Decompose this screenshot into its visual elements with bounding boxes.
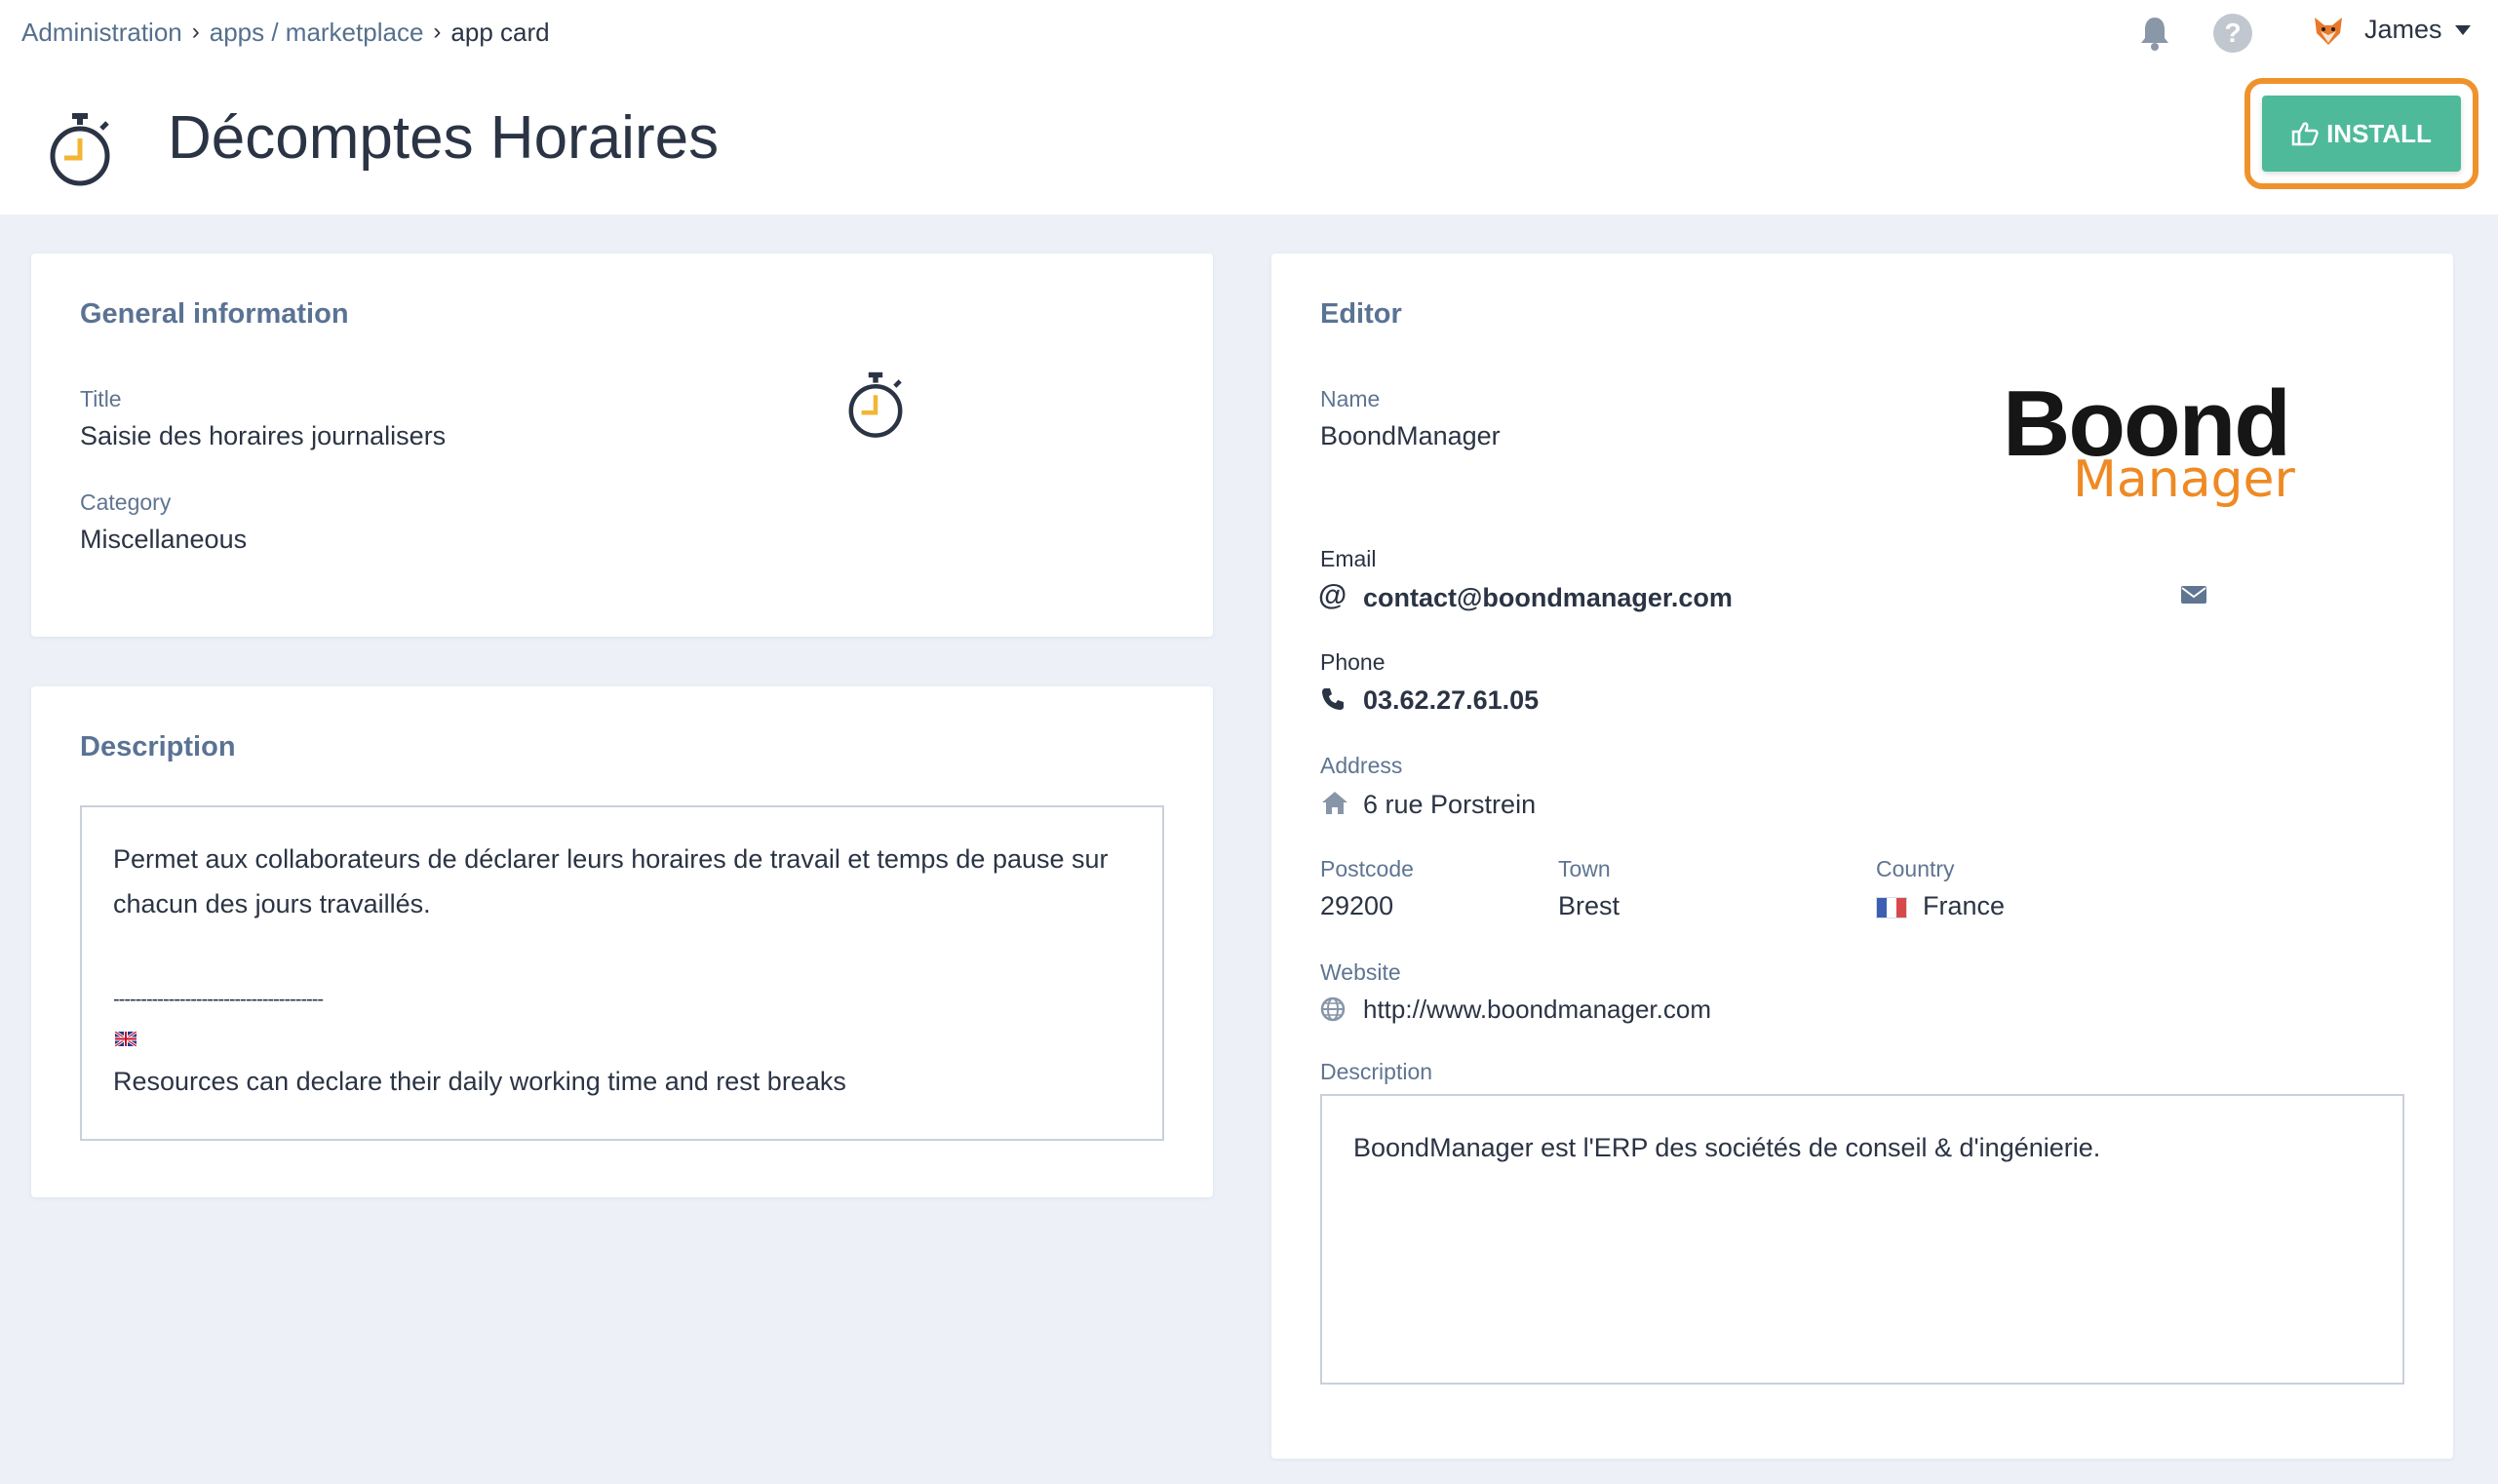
phone-icon [1322, 688, 1344, 710]
website-value[interactable]: http://www.boondmanager.com [1363, 995, 1711, 1025]
editor-description-box: BoondManager est l'ERP des sociétés de c… [1320, 1094, 2404, 1385]
caret-down-icon[interactable] [2455, 25, 2471, 35]
name-label: Name [1320, 386, 1381, 411]
editor-description-text: BoondManager est l'ERP des sociétés de c… [1353, 1133, 2101, 1162]
name-value: BoondManager [1320, 421, 1501, 450]
install-highlight: INSTALL [2244, 78, 2478, 189]
email-label: Email [1320, 546, 1377, 571]
chevron-right-icon: › [433, 19, 442, 45]
page-title: Décomptes Horaires [168, 104, 720, 172]
address-value: 6 rue Porstrein [1363, 790, 1537, 819]
town-label: Town [1558, 856, 1611, 881]
envelope-icon[interactable] [2180, 585, 2207, 605]
uk-flag-icon [115, 1032, 137, 1046]
title-value: Saisie des horaires journalisers [80, 421, 447, 450]
address-label: Address [1320, 753, 1403, 778]
editor-card: Editor Name BoondManager Boond Manager E… [1271, 254, 2453, 1459]
description-box: Permet aux collaborateurs de déclarer le… [80, 805, 1164, 1141]
logo-word-manager: Manager [2073, 450, 2295, 509]
chevron-right-icon: › [191, 19, 200, 45]
town-value: Brest [1558, 891, 1620, 920]
avatar[interactable] [2311, 14, 2346, 49]
country-value: France [1923, 891, 2006, 920]
general-information-heading: General information [80, 298, 349, 330]
title-label: Title [80, 386, 122, 411]
description-separator: -------------------------------------- [113, 989, 324, 1010]
description-heading: Description [80, 731, 236, 762]
country-label: Country [1876, 856, 1955, 881]
category-value: Miscellaneous [80, 525, 248, 554]
stopwatch-icon [848, 371, 903, 438]
install-label: INSTALL [2326, 118, 2432, 148]
globe-icon [1320, 996, 1346, 1022]
france-flag-icon [1876, 897, 1907, 918]
breadcrumb-current: app card [450, 17, 550, 47]
phone-label: Phone [1320, 649, 1386, 675]
stopwatch-icon [50, 113, 110, 186]
breadcrumb: Administration › apps / marketplace › ap… [21, 16, 550, 49]
website-label: Website [1320, 959, 1401, 985]
page-header: Administration › apps / marketplace › ap… [0, 0, 2498, 215]
help-icon[interactable]: ? [2213, 14, 2252, 53]
at-icon: @ [1318, 579, 1347, 611]
bell-icon[interactable] [2135, 14, 2174, 53]
breadcrumb-apps-marketplace[interactable]: apps / marketplace [210, 18, 424, 48]
phone-value[interactable]: 03.62.27.61.05 [1363, 685, 1539, 716]
email-value[interactable]: contact@boondmanager.com [1363, 583, 1733, 613]
description-card: Description Permet aux collaborateurs de… [31, 686, 1213, 1197]
thumbs-up-icon [2291, 122, 2319, 146]
boondmanager-logo: Boond Manager [2003, 371, 2315, 509]
editor-description-label: Description [1320, 1059, 1433, 1084]
description-text-fr: Permet aux collaborateurs de déclarer le… [113, 844, 1109, 918]
postcode-value: 29200 [1320, 891, 1394, 920]
home-icon [1322, 792, 1347, 814]
general-information-card: General information Title Saisie des hor… [31, 254, 1213, 637]
editor-heading: Editor [1320, 298, 1402, 330]
user-name[interactable]: James [2364, 15, 2442, 45]
category-label: Category [80, 489, 172, 515]
description-text-en: Resources can declare their daily workin… [113, 1067, 846, 1096]
postcode-label: Postcode [1320, 856, 1414, 881]
breadcrumb-administration[interactable]: Administration [21, 18, 182, 48]
install-button[interactable]: INSTALL [2262, 96, 2461, 172]
